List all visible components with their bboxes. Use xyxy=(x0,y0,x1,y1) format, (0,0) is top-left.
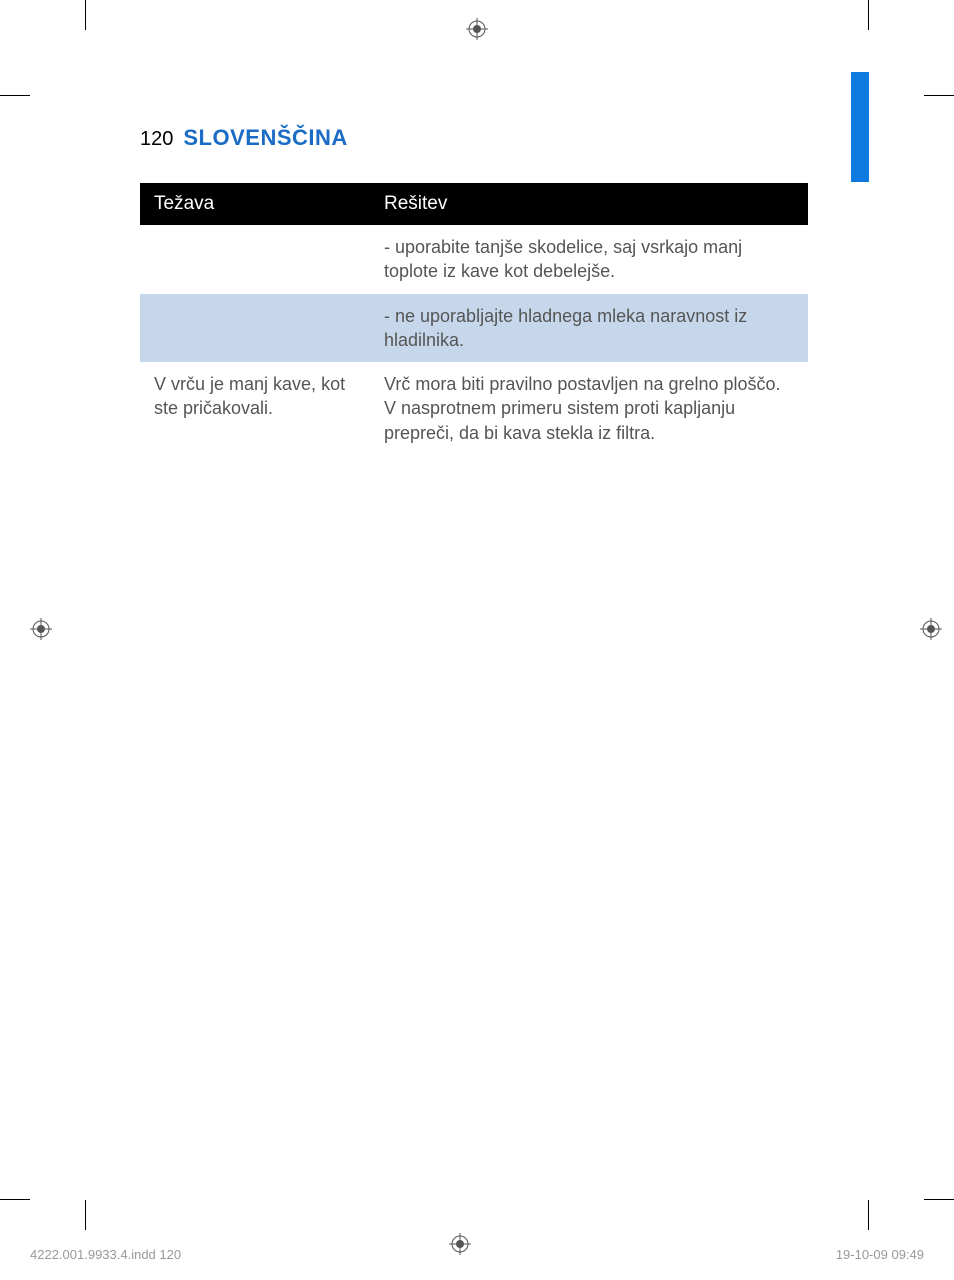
page-header: 120 SLOVENŠČINA xyxy=(140,125,870,151)
cell-solution: Vrč mora biti pravilno postavljen na gre… xyxy=(370,362,808,455)
page-content: 120 SLOVENŠČINA Težava Rešitev - uporabi… xyxy=(85,15,870,1205)
registration-mark-icon xyxy=(30,618,52,640)
cell-problem xyxy=(140,294,370,363)
page-title: SLOVENŠČINA xyxy=(183,125,347,151)
page-number: 120 xyxy=(140,128,173,151)
cell-solution: - uporabite tanjše skodelice, saj vsrkaj… xyxy=(370,225,808,294)
cell-problem: V vrču je manj kave, kot ste pričakovali… xyxy=(140,362,370,455)
header-problem: Težava xyxy=(140,183,370,225)
table-row: - uporabite tanjše skodelice, saj vsrkaj… xyxy=(140,225,808,294)
footer-datetime: 19-10-09 09:49 xyxy=(836,1247,924,1262)
troubleshooting-table: Težava Rešitev - uporabite tanjše skodel… xyxy=(140,183,808,455)
footer-filename: 4222.001.9933.4.indd 120 xyxy=(30,1247,181,1262)
registration-mark-icon xyxy=(920,618,942,640)
cell-problem xyxy=(140,225,370,294)
table-header-row: Težava Rešitev xyxy=(140,183,808,225)
table-row: V vrču je manj kave, kot ste pričakovali… xyxy=(140,362,808,455)
cell-solution: - ne uporabljajte hladnega mleka naravno… xyxy=(370,294,808,363)
table-row: - ne uporabljajte hladnega mleka naravno… xyxy=(140,294,808,363)
header-solution: Rešitev xyxy=(370,183,808,225)
print-footer: 4222.001.9933.4.indd 120 19-10-09 09:49 xyxy=(30,1247,924,1262)
